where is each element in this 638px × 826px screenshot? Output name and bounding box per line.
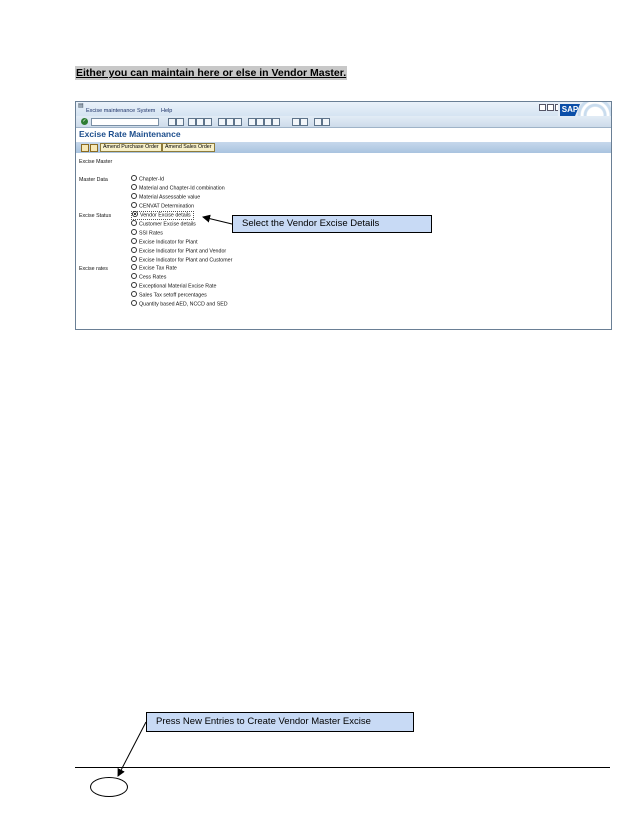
option-label: Chapter-Id: [139, 176, 165, 183]
radio-option-excise-indicator-plant[interactable]: Excise Indicator for Plant: [131, 238, 198, 246]
option-label: Material and Chapter-Id combination: [139, 185, 225, 192]
option-label: Quantity based AED, NCCD and SED: [139, 301, 228, 308]
radio-button[interactable]: [131, 175, 137, 181]
radio-button[interactable]: [131, 256, 137, 262]
option-label: Excise Tax Rate: [139, 265, 177, 272]
radio-option-chapter-id[interactable]: Chapter-Id: [131, 175, 165, 183]
enter-check-icon[interactable]: ✓: [81, 118, 88, 125]
radio-button[interactable]: [131, 184, 137, 190]
group-label-master-data: Master Data: [79, 177, 108, 183]
option-label: SSI Rates: [139, 230, 163, 237]
radio-option-vendor-excise-details[interactable]: Vendor Excise details: [131, 211, 194, 220]
option-label: Exceptional Material Excise Rate: [139, 283, 217, 290]
amend-purchase-order-button[interactable]: Amend Purchase Order: [100, 143, 162, 152]
radio-option-cess-rates[interactable]: Cess Rates: [131, 273, 167, 281]
radio-button[interactable]: [131, 291, 137, 297]
radio-option-excise-tax-rate[interactable]: Excise Tax Rate: [131, 264, 177, 272]
group-label-excise-status: Excise Status: [79, 213, 112, 219]
minimize-icon[interactable]: [539, 104, 546, 111]
exit-icon[interactable]: [188, 118, 196, 126]
footer-rule: [75, 767, 610, 768]
save-icon[interactable]: [168, 118, 176, 126]
radio-option-excise-indicator-plant-vendor[interactable]: Excise Indicator for Plant and Vendor: [131, 247, 227, 255]
help-icon[interactable]: [300, 118, 308, 126]
radio-button[interactable]: [131, 220, 137, 226]
callout-select-vendor-excise: Select the Vendor Excise Details: [232, 215, 432, 233]
first-page-icon[interactable]: [234, 118, 242, 126]
sap-logo-mark: SAP: [560, 104, 580, 116]
radio-option-material-assessable-value[interactable]: Material Assessable value: [131, 193, 201, 201]
radio-option-customer-excise-details[interactable]: Customer Excise details: [131, 220, 196, 228]
radio-option-cenvat-determination[interactable]: CENVAT Determination: [131, 202, 195, 210]
option-label: Customer Excise details: [139, 221, 196, 228]
previous-page-icon[interactable]: [248, 118, 256, 126]
radio-button[interactable]: [131, 247, 137, 253]
cancel-icon[interactable]: [196, 118, 204, 126]
maximize-icon[interactable]: [547, 104, 554, 111]
radio-option-quantity-based-aed[interactable]: Quantity based AED, NCCD and SED: [131, 300, 228, 308]
menu-system[interactable]: System: [137, 108, 155, 114]
radio-option-exceptional-material-excise-rate[interactable]: Exceptional Material Excise Rate: [131, 282, 217, 290]
radio-button[interactable]: [131, 238, 137, 244]
option-label: Excise Indicator for Plant and Customer: [139, 257, 233, 264]
amend-sales-order-button[interactable]: Amend Sales Order: [162, 143, 215, 152]
option-label: Excise Indicator for Plant: [139, 239, 198, 246]
option-label: CENVAT Determination: [139, 203, 195, 210]
radio-button[interactable]: [131, 300, 137, 306]
last-page-icon[interactable]: [264, 118, 272, 126]
radio-button[interactable]: [131, 202, 137, 208]
menu-excise-maintenance[interactable]: Excise maintenance: [86, 108, 135, 114]
back-icon[interactable]: [176, 118, 184, 126]
option-label: Excise Indicator for Plant and Vendor: [139, 248, 227, 255]
sap-standard-toolbar: ✓: [76, 116, 611, 128]
page-heading: Either you can maintain here or else in …: [75, 66, 348, 80]
sap-screen-title: Excise Rate Maintenance: [79, 129, 181, 139]
edit-pencil-icon[interactable]: [81, 144, 89, 152]
section-label-excise-master: Excise Master: [79, 159, 113, 165]
radio-button[interactable]: [131, 282, 137, 288]
menu-help[interactable]: Help: [161, 108, 172, 114]
option-label: Cess Rates: [139, 274, 167, 281]
radio-button[interactable]: [131, 273, 137, 279]
radio-button-selected[interactable]: [132, 211, 138, 217]
print-icon[interactable]: [204, 118, 212, 126]
next-page-icon[interactable]: [256, 118, 264, 126]
customize-icon[interactable]: [322, 118, 330, 126]
radio-option-sales-tax-setoff[interactable]: Sales Tax setoff percentages: [131, 291, 207, 299]
option-label: Sales Tax setoff percentages: [139, 292, 207, 299]
highlight-ellipse: [90, 777, 128, 797]
find-next-icon[interactable]: [226, 118, 234, 126]
radio-button[interactable]: [131, 264, 137, 270]
sap-menu-icon[interactable]: ▤: [78, 102, 84, 109]
layout-icon[interactable]: [314, 118, 322, 126]
find-icon[interactable]: [218, 118, 226, 126]
radio-button[interactable]: [131, 229, 137, 235]
option-label: Vendor Excise details: [140, 212, 191, 219]
radio-option-excise-indicator-plant-customer[interactable]: Excise Indicator for Plant and Customer: [131, 256, 233, 264]
sap-menu-bar: ▤ Excise maintenance System Help SAP: [76, 102, 611, 124]
callout-press-new-entries: Press New Entries to Create Vendor Maste…: [146, 712, 414, 732]
radio-option-ssi-rates[interactable]: SSI Rates: [131, 229, 163, 237]
option-label: Material Assessable value: [139, 194, 201, 201]
group-label-excise-rates: Excise rates: [79, 266, 108, 272]
display-glasses-icon[interactable]: [90, 144, 98, 152]
create-session-icon[interactable]: [272, 118, 280, 126]
command-field[interactable]: [91, 118, 159, 126]
shortcut-icon[interactable]: [292, 118, 300, 126]
radio-button[interactable]: [131, 193, 137, 199]
sap-application-toolbar: Amend Purchase Order Amend Sales Order: [76, 142, 611, 153]
radio-option-material-chapter-id[interactable]: Material and Chapter-Id combination: [131, 184, 225, 192]
